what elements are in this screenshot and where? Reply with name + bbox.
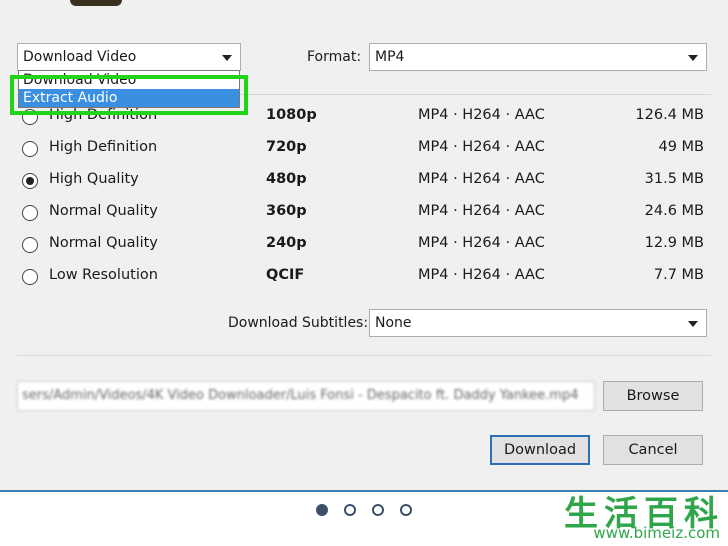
watermark-url: www.bimeiz.com <box>593 524 720 542</box>
quality-label: Low Resolution <box>49 267 158 283</box>
highlight-annotation <box>10 75 248 115</box>
quality-resolution: 240p <box>266 235 307 251</box>
pager-dot[interactable] <box>400 504 412 516</box>
quality-resolution: QCIF <box>266 267 305 283</box>
quality-label: High Quality <box>49 171 139 187</box>
browse-button[interactable]: Browse <box>603 381 703 411</box>
quality-size: 31.5 MB <box>644 171 704 187</box>
cancel-button[interactable]: Cancel <box>603 435 703 465</box>
quality-label: Normal Quality <box>49 203 158 219</box>
quality-option[interactable]: High Definition 720p MP4 · H264 · AAC 49… <box>22 137 712 161</box>
format-label: Format: <box>307 49 362 65</box>
quality-resolution: 1080p <box>266 107 317 123</box>
radio-button[interactable] <box>22 269 38 285</box>
quality-label: Normal Quality <box>49 235 158 251</box>
quality-format: MP4 · H264 · AAC <box>418 107 545 123</box>
pager-dot[interactable] <box>316 504 328 516</box>
chevron-down-icon <box>688 55 698 61</box>
save-path-field[interactable]: sers/Admin/Videos/4K Video Downloader/Lu… <box>17 381 595 411</box>
quality-format: MP4 · H264 · AAC <box>418 267 545 283</box>
quality-resolution: 360p <box>266 203 307 219</box>
radio-button[interactable] <box>22 237 38 253</box>
quality-size: 12.9 MB <box>644 235 704 251</box>
quality-option[interactable]: Normal Quality 240p MP4 · H264 · AAC 12.… <box>22 233 712 257</box>
quality-size: 24.6 MB <box>644 203 704 219</box>
quality-format: MP4 · H264 · AAC <box>418 139 545 155</box>
quality-size: 49 MB <box>658 139 704 155</box>
quality-format: MP4 · H264 · AAC <box>418 203 545 219</box>
quality-label: High Definition <box>49 139 158 155</box>
chevron-down-icon <box>222 55 232 61</box>
pager-dot[interactable] <box>344 504 356 516</box>
subtitles-value: None <box>375 315 412 331</box>
format-select[interactable]: MP4 <box>369 43 707 71</box>
format-value: MP4 <box>375 49 405 65</box>
subtitles-select[interactable]: None <box>369 309 707 337</box>
radio-button[interactable] <box>22 205 38 221</box>
radio-button[interactable] <box>22 141 38 157</box>
quality-format: MP4 · H264 · AAC <box>418 171 545 187</box>
quality-resolution: 480p <box>266 171 307 187</box>
quality-size: 126.4 MB <box>635 107 704 123</box>
watermark: 生活百科 www.bimeiz.com <box>528 486 724 542</box>
quality-option[interactable]: Low Resolution QCIF MP4 · H264 · AAC 7.7… <box>22 265 712 289</box>
chevron-down-icon <box>688 321 698 327</box>
quality-option[interactable]: High Quality 480p MP4 · H264 · AAC 31.5 … <box>22 169 712 193</box>
pager-dot[interactable] <box>372 504 384 516</box>
radio-button-selected[interactable] <box>22 173 38 189</box>
quality-format: MP4 · H264 · AAC <box>418 235 545 251</box>
download-type-value: Download Video <box>23 49 137 65</box>
quality-size: 7.7 MB <box>653 267 704 283</box>
download-type-select[interactable]: Download Video <box>17 43 241 71</box>
subtitles-label: Download Subtitles: <box>228 315 369 331</box>
download-button[interactable]: Download <box>490 435 590 465</box>
video-thumbnail <box>70 0 122 6</box>
quality-option[interactable]: Normal Quality 360p MP4 · H264 · AAC 24.… <box>22 201 712 225</box>
divider <box>17 355 711 356</box>
quality-resolution: 720p <box>266 139 307 155</box>
